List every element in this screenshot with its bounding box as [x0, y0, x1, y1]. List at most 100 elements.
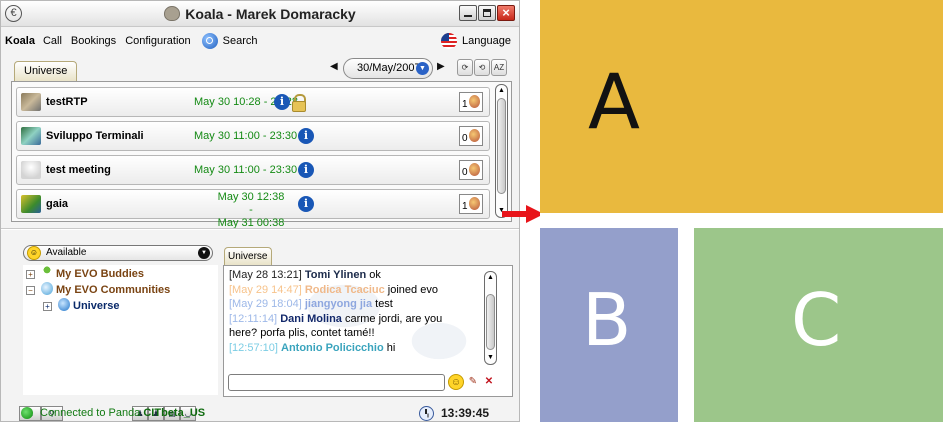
meeting-row[interactable]: gaia May 30 12:38 - May 31 00:38 i 1 [16, 189, 490, 229]
meetings-toolbar: Universe ◀ 30/May/2007 ▼ ▶ ⟳ ⟲ AZ [1, 55, 519, 81]
emoticon-icon[interactable]: ☺ [448, 374, 464, 390]
chevron-down-icon[interactable]: ▼ [416, 62, 429, 75]
scroll-thumb[interactable] [497, 98, 506, 194]
buddies-icon [41, 266, 53, 279]
chat-message: [May 29 18:04] jiangyong jia test [229, 298, 393, 311]
tree-item-universe[interactable]: + Universe [43, 298, 119, 313]
chat-scrollbar[interactable]: ▲ ▼ [484, 271, 497, 365]
meeting-thumbnail [21, 93, 41, 111]
chat-message: [May 28 13:21] Tomi Ylinen ok [229, 269, 381, 281]
meeting-list: testRTP May 30 10:28 - 22:28 i 1 Svilupp… [11, 81, 512, 229]
maximize-button[interactable] [478, 5, 496, 21]
send-file-icon[interactable]: ✎ [465, 374, 481, 390]
tile-c-label: C [791, 278, 842, 362]
koala-icon [164, 6, 181, 21]
chat-input[interactable] [228, 374, 445, 391]
meeting-time: May 30 11:00 - 23:30 [194, 130, 298, 142]
meeting-thumbnail [21, 195, 41, 213]
participants-icon [469, 129, 480, 142]
collapse-icon[interactable]: − [26, 286, 35, 295]
scroll-thumb[interactable] [486, 294, 495, 350]
meeting-row[interactable]: Sviluppo Terminali May 30 11:00 - 23:30 … [16, 121, 490, 151]
date-picker[interactable]: 30/May/2007 ▼ [343, 58, 433, 79]
minimize-button[interactable] [459, 5, 477, 21]
next-day-arrow-icon[interactable]: ▶ [437, 61, 445, 72]
date-value: 30/May/2007 [357, 62, 421, 74]
chat-tab-universe[interactable]: Universe [224, 247, 272, 265]
scroll-down-icon[interactable]: ▼ [485, 353, 496, 363]
title-bar[interactable]: € Koala - Marek Domaracky × [1, 1, 519, 27]
refresh-icon[interactable]: ⟳ [457, 59, 473, 76]
koala-window: € Koala - Marek Domaracky × Koala Call B… [0, 0, 520, 422]
meeting-name: gaia [46, 198, 69, 210]
scroll-up-icon[interactable]: ▲ [485, 273, 496, 283]
clear-chat-icon[interactable]: ✕ [481, 374, 497, 390]
clock-time: 13:39:45 [441, 406, 490, 420]
menu-bar: Koala Call Bookings Configuration Search… [1, 28, 519, 54]
meeting-list-scrollbar[interactable]: ▲ ▼ [495, 84, 508, 218]
chevron-down-icon[interactable]: ▼ [198, 247, 210, 259]
scroll-up-icon[interactable]: ▲ [496, 86, 507, 96]
menu-configuration[interactable]: Configuration [125, 35, 190, 47]
red-arrow-icon [502, 205, 544, 223]
chat-message: here? porfa plis, contet tamé!! [229, 327, 375, 340]
meeting-thumbnail [21, 161, 41, 179]
meeting-name: testRTP [46, 96, 88, 108]
meeting-name: test meeting [46, 164, 111, 176]
menu-call[interactable]: Call [43, 35, 62, 47]
search-icon[interactable] [201, 33, 218, 49]
window-title: Koala - Marek Domaracky [1, 6, 519, 22]
tree-item-my-evo-buddies[interactable]: + My EVO Buddies [26, 266, 144, 281]
expand-icon[interactable]: + [26, 270, 35, 279]
info-icon[interactable]: i [298, 196, 314, 212]
menu-bookings[interactable]: Bookings [71, 35, 116, 47]
connection-status: Connected to Panda CITbeta_US [40, 407, 206, 419]
participant-count[interactable]: 0 [459, 160, 483, 180]
sort-button[interactable]: AZ [491, 59, 507, 76]
language-menu[interactable]: Language [441, 33, 511, 49]
smiley-icon: ☺ [27, 246, 41, 260]
buddy-tree: + My EVO Buddies − My EVO Communities + Uni… [23, 265, 218, 395]
menu-search[interactable]: Search [223, 35, 258, 47]
tile-b-label: B [582, 278, 632, 362]
meeting-row[interactable]: testRTP May 30 10:28 - 22:28 i 1 [16, 87, 490, 117]
meeting-time: May 30 11:00 - 23:30 [194, 164, 298, 176]
info-icon[interactable]: i [298, 128, 314, 144]
tile-gap [540, 213, 943, 228]
expand-icon[interactable]: + [43, 302, 52, 311]
presence-select[interactable]: ☺ Available ▼ [23, 245, 213, 261]
participant-count[interactable]: 1 [459, 92, 483, 112]
panel-divider[interactable] [1, 228, 519, 230]
info-icon[interactable]: i [298, 162, 314, 178]
tab-universe[interactable]: Universe [14, 61, 78, 81]
chat-panel: ‾‾‾‾‾‾‾ [May 28 13:21] Tomi Ylinen ok [M… [223, 265, 513, 397]
presence-value: Available [46, 247, 87, 258]
language-label: Language [462, 35, 511, 47]
status-bar: Connected to Panda CITbeta_US 13:39:45 [1, 403, 519, 421]
chat-messages: ‾‾‾‾‾‾‾ [May 28 13:21] Tomi Ylinen ok [M… [224, 266, 499, 369]
menu-koala[interactable]: Koala [5, 35, 35, 47]
tile-a-label: A [588, 57, 640, 146]
chat-message: [May 29 14:47] Rodica Tcaciuc joined evo [229, 283, 438, 296]
close-button[interactable]: × [497, 5, 515, 21]
participants-icon [469, 163, 480, 176]
communities-icon [41, 282, 53, 295]
meeting-row[interactable]: test meeting May 30 11:00 - 23:30 i 0 [16, 155, 490, 185]
previous-day-arrow-icon[interactable]: ◀ [330, 61, 338, 72]
chat-message: [12:11:14] Dani Molina carme jordi, are … [229, 312, 443, 325]
tree-item-my-evo-communities[interactable]: − My EVO Communities [26, 282, 170, 297]
us-flag-icon [441, 33, 458, 49]
meeting-name: Sviluppo Terminali [46, 130, 144, 142]
participants-icon [469, 197, 480, 210]
participants-icon [469, 95, 480, 108]
meeting-thumbnail [21, 127, 41, 145]
participant-count[interactable]: 0 [459, 126, 483, 146]
lock-icon [291, 94, 306, 112]
info-icon[interactable]: i [274, 94, 290, 110]
clock-icon [419, 406, 434, 421]
chat-message: [12:57:10] Antonio Policicchio hi [229, 341, 396, 354]
meeting-time: May 30 12:38 - May 31 00:38 [217, 191, 285, 229]
participant-count[interactable]: 1 [459, 194, 483, 214]
reload-icon[interactable]: ⟲ [474, 59, 490, 76]
connection-status-icon [21, 407, 33, 419]
